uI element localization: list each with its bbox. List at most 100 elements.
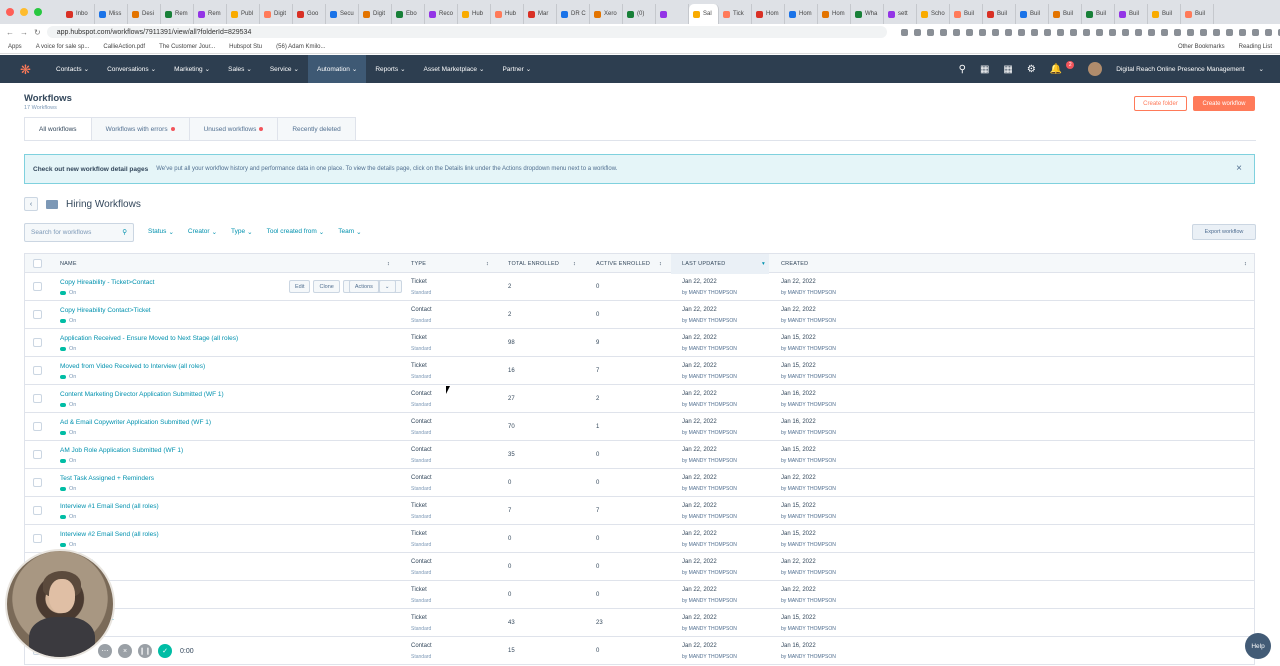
bookmark[interactable]: The Customer Jour... xyxy=(159,44,215,50)
toggle-on-icon[interactable] xyxy=(60,487,66,491)
workflow-name-link[interactable]: Content Marketing Director Application S… xyxy=(60,391,224,398)
browser-tab[interactable]: Inbo xyxy=(62,4,95,24)
workflow-name-link[interactable]: Interview #1 Email Send (all roles) xyxy=(60,503,159,510)
nav-sales[interactable]: Sales ⌄ xyxy=(219,55,261,83)
table-row[interactable]: Application Received - Ensure Moved to N… xyxy=(24,329,1255,357)
row-checkbox[interactable] xyxy=(33,450,42,459)
browser-tab[interactable]: Wha xyxy=(851,4,884,24)
create-folder-button[interactable]: Create folder xyxy=(1134,96,1187,111)
browser-tab[interactable]: Buil xyxy=(950,4,983,24)
workflow-name-link[interactable]: Copy Hireability - Ticket>Contact xyxy=(60,279,154,286)
toggle-on-icon[interactable] xyxy=(60,347,66,351)
column-header-last-updated[interactable]: Last updated ▾ xyxy=(671,254,769,274)
browser-tab[interactable]: Desi xyxy=(128,4,161,24)
toggle-on-icon[interactable] xyxy=(60,375,66,379)
toggle-on-icon[interactable] xyxy=(60,319,66,323)
browser-tab[interactable]: Buil xyxy=(1016,4,1049,24)
table-row[interactable]: AM Job Role Application Submitted (WF 1)… xyxy=(24,441,1255,469)
help-button[interactable]: Help xyxy=(1245,633,1271,659)
workflow-name-link[interactable]: Ad & Email Copywriter Application Submit… xyxy=(60,419,211,426)
finish-recording-icon[interactable]: ✓ xyxy=(158,644,172,658)
toggle-on-icon[interactable] xyxy=(60,515,66,519)
nav-conversations[interactable]: Conversations ⌄ xyxy=(98,55,165,83)
bookmark[interactable]: CallieAction.pdf xyxy=(103,44,145,50)
back-arrow-icon[interactable]: ← xyxy=(6,28,14,37)
browser-tab[interactable]: Ebo xyxy=(392,4,425,24)
table-row[interactable]: ...eived WFOnContactStandard00Jan 22, 20… xyxy=(24,553,1255,581)
apps-icon[interactable]: ▦ xyxy=(1003,64,1012,75)
filter-status[interactable]: Status ⌄ xyxy=(148,228,174,236)
maximize-window-icon[interactable] xyxy=(34,8,42,16)
table-row[interactable]: Ad & Email Copywriter Application Submit… xyxy=(24,413,1255,441)
browser-tab[interactable]: Hom xyxy=(818,4,851,24)
back-button[interactable]: ‹ xyxy=(24,197,38,211)
browser-tab[interactable]: Hub xyxy=(458,4,491,24)
browser-tab[interactable]: sett xyxy=(884,4,917,24)
row-checkbox[interactable] xyxy=(33,366,42,375)
account-name[interactable]: Digital Reach Online Presence Management xyxy=(1116,66,1244,73)
nav-reports[interactable]: Reports ⌄ xyxy=(366,55,414,83)
toggle-on-icon[interactable] xyxy=(60,459,66,463)
row-checkbox[interactable] xyxy=(33,310,42,319)
clone-button[interactable]: Clone xyxy=(313,280,340,293)
browser-tab[interactable]: Mar xyxy=(524,4,557,24)
pause-icon[interactable]: ❙❙ xyxy=(138,644,152,658)
workflow-name-link[interactable]: Interview #2 Email Send (all roles) xyxy=(60,531,159,538)
browser-tab[interactable]: Hub xyxy=(491,4,524,24)
row-checkbox[interactable] xyxy=(33,282,42,291)
marketplace-icon[interactable]: ▦ xyxy=(980,64,989,75)
column-header-type[interactable]: Type ↕ xyxy=(411,254,489,274)
browser-tab[interactable]: Digit xyxy=(260,4,293,24)
browser-tab[interactable]: Rem xyxy=(194,4,227,24)
close-window-icon[interactable] xyxy=(6,8,14,16)
browser-tab[interactable]: Scho xyxy=(917,4,950,24)
workflow-name-link[interactable]: AM Job Role Application Submitted (WF 1) xyxy=(60,447,183,454)
filter-creator[interactable]: Creator ⌄ xyxy=(188,228,217,236)
table-row[interactable]: Ticket Standard 0 0 Jan 22, 2022 by MANDY THO… xyxy=(24,581,1255,609)
nav-automation[interactable]: Automation ⌄ xyxy=(307,55,367,83)
workflow-name-link[interactable]: Application Received - Ensure Moved to N… xyxy=(60,335,238,342)
table-row[interactable]: Copy Hireability - Ticket>Contact On Edit C… xyxy=(24,273,1255,301)
row-checkbox[interactable] xyxy=(33,338,42,347)
filter-team[interactable]: Team ⌄ xyxy=(338,228,361,236)
nav-contacts[interactable]: Contacts ⌄ xyxy=(47,55,98,83)
nav-service[interactable]: Service ⌄ xyxy=(261,55,308,83)
browser-tab[interactable]: Sal xyxy=(689,4,719,24)
row-checkbox[interactable] xyxy=(33,478,42,487)
filter-type[interactable]: Type ⌄ xyxy=(231,228,253,236)
tab-workflows-with-errors[interactable]: Workflows with errors xyxy=(91,117,190,141)
browser-tab[interactable]: Rem xyxy=(161,4,194,24)
notifications-bell-icon[interactable]: 🔔 xyxy=(1050,64,1062,75)
column-header-active-enrolled[interactable]: Active enrolled ↕ xyxy=(596,254,662,274)
select-all-checkbox[interactable] xyxy=(33,259,42,268)
discard-icon[interactable]: × xyxy=(118,644,132,658)
tab-all-workflows[interactable]: All workflows xyxy=(24,117,92,141)
other-bookmarks[interactable]: Other Bookmarks xyxy=(1178,44,1225,50)
toggle-on-icon[interactable] xyxy=(60,291,66,295)
filter-tool-created-from[interactable]: Tool created from ⌄ xyxy=(267,228,325,236)
browser-tab[interactable]: Secu xyxy=(326,4,359,24)
bookmark[interactable]: (56) Adam Kmilo... xyxy=(276,44,325,50)
browser-tab[interactable]: Buil xyxy=(1181,4,1214,24)
browser-tab[interactable]: Buil xyxy=(1082,4,1115,24)
nav-marketing[interactable]: Marketing ⌄ xyxy=(165,55,219,83)
avatar[interactable] xyxy=(1088,62,1103,76)
column-header-created[interactable]: Created ↕ xyxy=(781,254,1247,274)
browser-tab[interactable]: Hom xyxy=(752,4,785,24)
settings-gear-icon[interactable]: ⚙ xyxy=(1027,64,1036,75)
forward-arrow-icon[interactable]: → xyxy=(20,28,28,37)
bookmark[interactable]: A voice for sale sp... xyxy=(36,44,90,50)
minimize-window-icon[interactable] xyxy=(20,8,28,16)
browser-tab[interactable]: Buil xyxy=(1148,4,1181,24)
more-icon[interactable]: ⋯ xyxy=(98,644,112,658)
toggle-on-icon[interactable] xyxy=(60,543,66,547)
browser-tab[interactable]: (0) xyxy=(623,4,656,24)
row-checkbox[interactable] xyxy=(33,422,42,431)
bookmark[interactable]: Hubspot Stu xyxy=(229,44,262,50)
table-row[interactable]: Interview #2 Email Send (all roles) On Tic… xyxy=(24,525,1255,553)
browser-tab[interactable]: Reco xyxy=(425,4,458,24)
window-controls[interactable] xyxy=(6,8,42,16)
table-row[interactable]: ...n + TaskContactStandard150Jan 22, 202… xyxy=(24,637,1255,665)
close-icon[interactable]: × xyxy=(1236,163,1242,174)
export-workflow-button[interactable]: Export workflow xyxy=(1192,224,1256,240)
